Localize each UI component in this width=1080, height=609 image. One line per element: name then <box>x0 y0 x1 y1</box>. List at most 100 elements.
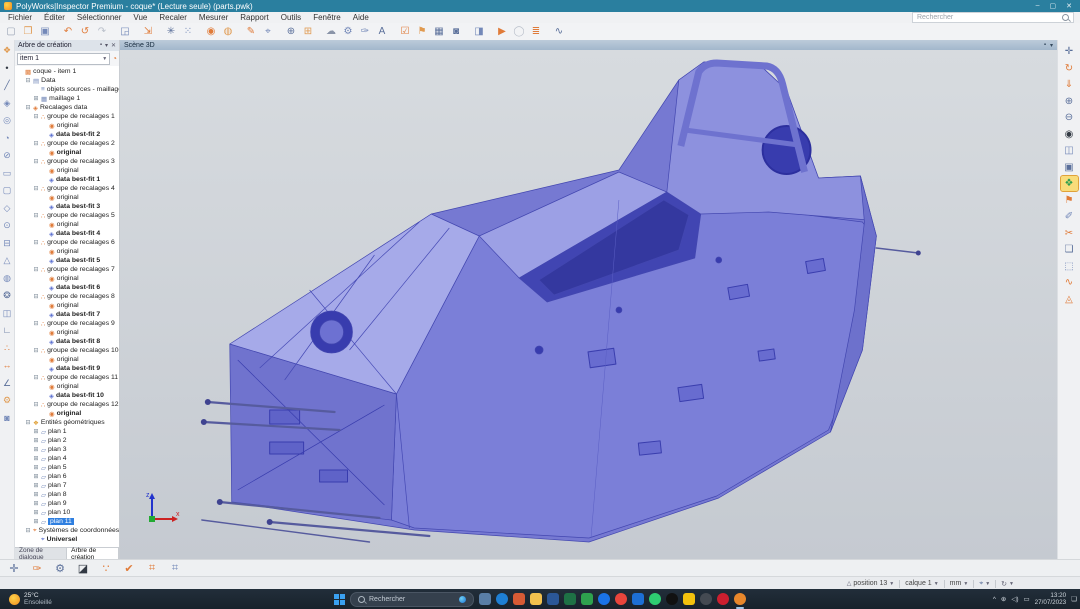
probe-position-tool[interactable]: ✛ <box>6 561 22 576</box>
tree-item[interactable]: ⊟ ∴ groupe de recalages 9 <box>15 319 119 328</box>
arc-tool[interactable]: ◔ <box>4 132 9 145</box>
taskbar-app-task-view[interactable] <box>479 593 491 605</box>
tree-item[interactable]: ⊟ ▤ Data <box>15 76 119 85</box>
tree-expander-icon[interactable]: ⊟ <box>33 266 39 273</box>
tree-item[interactable]: ▩ coque - item 1 <box>15 67 119 76</box>
tree-item[interactable]: ◉ original <box>15 355 119 364</box>
tree-expander-icon[interactable]: ⊞ <box>33 473 39 480</box>
tree-item[interactable]: ⊟ ∴ groupe de recalages 4 <box>15 184 119 193</box>
panel-options-icon[interactable]: ▪ <box>100 42 102 49</box>
zoom-in-tool[interactable]: ⊕ <box>1061 94 1078 109</box>
probe-device[interactable]: ✑ <box>357 24 373 39</box>
tree-expander-icon[interactable]: ⊞ <box>33 482 39 489</box>
menu-item[interactable]: Rapport <box>240 13 268 22</box>
minimize-button[interactable]: – <box>1036 2 1040 10</box>
tree-item[interactable]: ◉ original <box>15 328 119 337</box>
taskbar-app-excel[interactable] <box>564 593 576 605</box>
visibility-eye-tool[interactable]: ◉ <box>1061 127 1078 142</box>
status-layer-dropdown[interactable]: calque 1 ▼ <box>905 580 938 587</box>
tree-item[interactable]: ⊞ ▱ plan 11 <box>15 517 119 526</box>
tree-item[interactable]: ⊟ ∴ groupe de recalages 2 <box>15 139 119 148</box>
mesh-sphere-tool[interactable]: ❂ <box>3 289 11 302</box>
taskbar-app-polyworks[interactable] <box>734 593 746 605</box>
tree-expander-icon[interactable]: ⊞ <box>33 428 39 435</box>
probe-compensate-tool[interactable]: ✑ <box>29 561 45 576</box>
tree-item[interactable]: ⊟ ⌖ Systèmes de coordonnées <box>15 526 119 535</box>
tree-expander-icon[interactable]: ⊟ <box>33 158 39 165</box>
tree-item[interactable]: ⊟ ∴ groupe de recalages 6 <box>15 238 119 247</box>
tree-item[interactable]: ◉ original <box>15 121 119 130</box>
poly-select-tool[interactable]: ⬚ <box>1061 259 1078 274</box>
weather-widget[interactable]: 25°C Ensoleillé <box>0 589 61 609</box>
tree-item[interactable]: ◉ original <box>15 148 119 157</box>
tray-network-icon[interactable]: ⊕ <box>1001 595 1006 603</box>
scan-tool[interactable]: ◍ <box>220 24 236 39</box>
tree-item[interactable]: ⊞ ▱ plan 8 <box>15 490 119 499</box>
freeform-select-tool[interactable]: ∿ <box>1061 275 1078 290</box>
zoom-elements[interactable]: ⊕ <box>283 24 299 39</box>
gauge-a-tool[interactable]: ⌗ <box>144 561 160 576</box>
3d-model[interactable] <box>120 50 1057 559</box>
status-csys-dropdown[interactable]: ⌖ ▼ <box>979 580 990 588</box>
tree-expander-icon[interactable]: ⊞ <box>33 500 39 507</box>
tree-item[interactable]: ◈ data best-fit 10 <box>15 391 119 400</box>
camera-gauge-tool[interactable]: ◙ <box>4 412 9 425</box>
hand-select-tool[interactable]: ❏ <box>1061 242 1078 257</box>
tree-item[interactable]: ⊟ ◈ Recalages data <box>15 103 119 112</box>
tree-item[interactable]: ◈ data best-fit 9 <box>15 364 119 373</box>
colormap-tool[interactable]: ❖ <box>1061 176 1078 191</box>
tree-expander-icon[interactable]: ⊟ <box>33 401 39 408</box>
tree-item[interactable]: ◈ data best-fit 4 <box>15 229 119 238</box>
tree-item[interactable]: ◈ data best-fit 6 <box>15 283 119 292</box>
scene-3d-canvas[interactable]: z x <box>120 50 1057 559</box>
taskbar-app-edge[interactable] <box>496 593 508 605</box>
cone-tool[interactable]: △ <box>4 254 11 267</box>
tree-item[interactable]: ⊟ ❖ Entités géométriques <box>15 418 119 427</box>
taskbar-app-sheets[interactable] <box>581 593 593 605</box>
rotate-tool[interactable]: ↻ <box>1061 61 1078 76</box>
cylinder-tool[interactable]: ⊟ <box>3 237 11 250</box>
tree-expander-icon[interactable]: ⊞ <box>33 95 39 102</box>
tree-expander-icon[interactable]: ⊟ <box>33 239 39 246</box>
points-pair-tool[interactable]: ∵ <box>98 561 114 576</box>
text-annotation[interactable]: A <box>374 24 390 39</box>
tree-item[interactable]: ◉ original <box>15 166 119 175</box>
menu-item[interactable]: Fenêtre <box>313 13 341 22</box>
sphere-tool[interactable]: ◍ <box>3 272 11 285</box>
status-refresh-dropdown[interactable]: ↻ ▼ <box>1001 580 1014 588</box>
device-globe[interactable]: ◉ <box>203 24 219 39</box>
tree-item[interactable]: ◉ original <box>15 193 119 202</box>
tree-item[interactable]: ⊟ ∴ groupe de recalages 11 <box>15 373 119 382</box>
tree-item[interactable]: ⊞ ▱ plan 3 <box>15 445 119 454</box>
tree-item[interactable]: ≡ objets sources - maillage 1 <box>15 85 119 94</box>
tree-item[interactable]: ◉ original <box>15 247 119 256</box>
probe-compensation[interactable]: ⚙ <box>340 24 356 39</box>
tray-chevron-icon[interactable]: ^ <box>993 596 996 603</box>
line-tool[interactable]: ╱ <box>4 79 9 92</box>
tree-expander-icon[interactable]: ⊞ <box>33 446 39 453</box>
align-best-fit[interactable]: ✳ <box>163 24 179 39</box>
close-button[interactable]: ✕ <box>1066 2 1072 10</box>
notification-center-icon[interactable]: ❏ <box>1071 595 1077 603</box>
tree-item[interactable]: ⊞ ▱ plan 7 <box>15 481 119 490</box>
search-input[interactable]: Rechercher <box>912 12 1074 23</box>
tree-item[interactable]: ◉ original <box>15 409 119 418</box>
measure-tool[interactable]: ✐ <box>1061 209 1078 224</box>
zoom-out-tool[interactable]: ⊖ <box>1061 110 1078 125</box>
tree-item[interactable]: ◉ original <box>15 220 119 229</box>
oval-tool[interactable]: ⊙ <box>3 219 11 232</box>
menu-item[interactable]: Fichier <box>8 13 32 22</box>
tree-item[interactable]: ⌖ Universel <box>15 535 119 544</box>
menu-item[interactable]: Éditer <box>44 13 65 22</box>
circle-tool[interactable]: ◎ <box>3 114 11 127</box>
taskbar-app-mail[interactable] <box>632 593 644 605</box>
menu-item[interactable]: Vue <box>133 13 147 22</box>
tray-volume-icon[interactable]: ◁) <box>1011 595 1018 603</box>
save-file[interactable]: ▣ <box>37 24 53 39</box>
tree-expander-icon[interactable]: ⊞ <box>33 455 39 462</box>
distance-tool[interactable]: ↔ <box>3 359 12 372</box>
tree-item[interactable]: ⊟ ∴ groupe de recalages 10 <box>15 346 119 355</box>
fit-view-tool[interactable]: ▣ <box>1061 160 1078 175</box>
taskbar-app-chrome[interactable] <box>615 593 627 605</box>
tree-item[interactable]: ◈ data best-fit 3 <box>15 202 119 211</box>
